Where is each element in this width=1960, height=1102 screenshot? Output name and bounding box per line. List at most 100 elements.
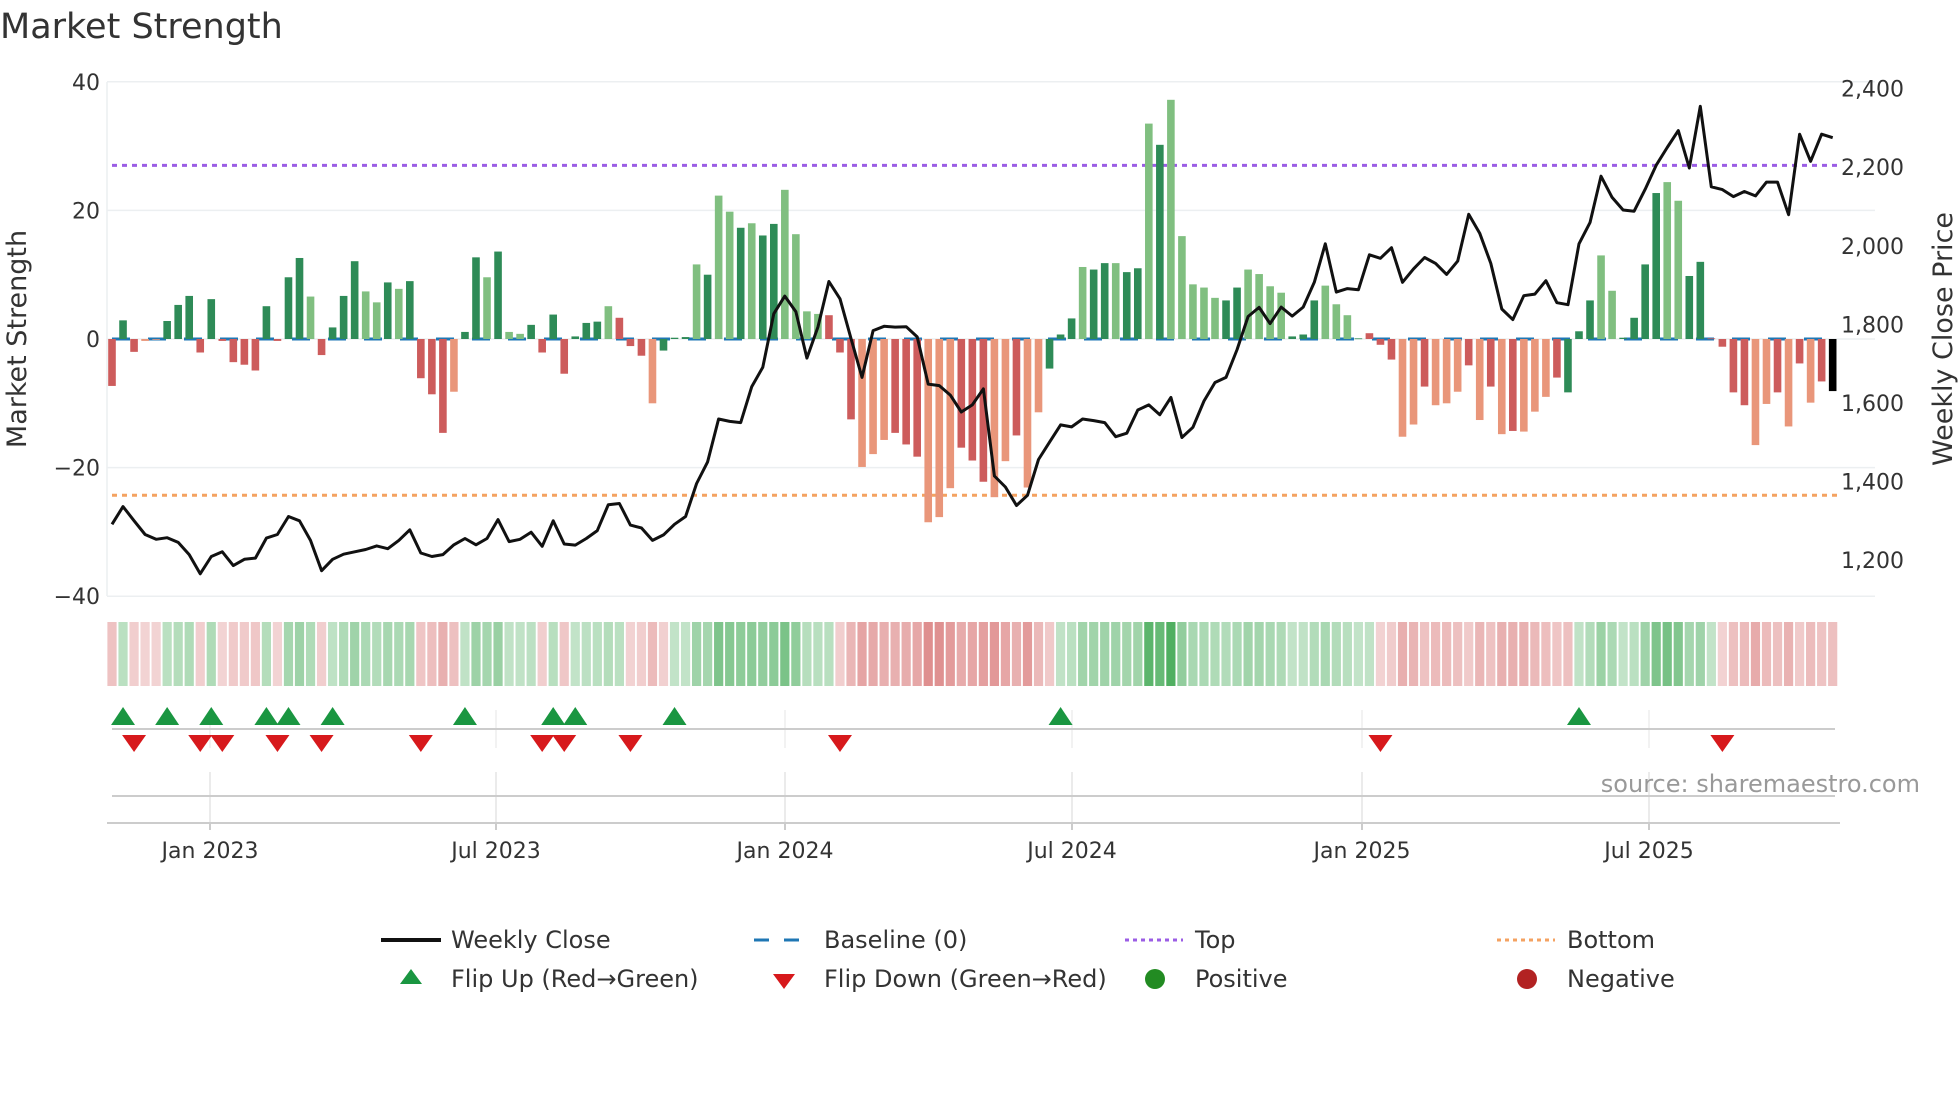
- strip-cell: [857, 622, 867, 686]
- strength-bar: [1156, 144, 1164, 339]
- strip-cell: [107, 622, 117, 686]
- strength-bar: [1343, 315, 1352, 339]
- strength-bar: [1475, 339, 1484, 421]
- strength-bar: [1442, 339, 1451, 404]
- strip-cell: [1000, 622, 1011, 686]
- strip-cell: [1298, 622, 1308, 686]
- strip-cell: [691, 622, 702, 686]
- flip-up-marker: [320, 707, 345, 725]
- strength-bar: [229, 339, 238, 363]
- strip-cell: [140, 622, 150, 686]
- strength-bar: [836, 339, 844, 353]
- strip-cell: [1772, 622, 1783, 686]
- legend-label: Negative: [1567, 965, 1675, 993]
- strip-cell: [1232, 622, 1242, 686]
- strip-cell: [449, 622, 459, 686]
- strength-bar: [714, 195, 723, 339]
- strength-bar: [1740, 339, 1749, 406]
- strip-cell: [328, 622, 338, 686]
- strip-cell: [945, 622, 955, 686]
- strength-bar: [1464, 339, 1473, 366]
- strip-cell: [493, 622, 503, 686]
- strength-bar: [582, 322, 591, 339]
- strip-cell: [1100, 622, 1110, 686]
- strip-cell: [813, 622, 823, 686]
- strip-cell: [912, 622, 922, 686]
- strip-cell: [526, 622, 536, 686]
- strength-bar: [1222, 300, 1230, 339]
- strip-cell: [305, 622, 316, 686]
- strength-bar: [505, 331, 513, 339]
- strip-cell: [1287, 622, 1297, 686]
- strength-bar: [439, 339, 447, 433]
- strength-bar: [218, 339, 227, 341]
- strip-cell: [1353, 622, 1363, 686]
- strength-bar: [406, 281, 414, 339]
- strip-cell: [1431, 622, 1441, 686]
- strength-bar: [1321, 285, 1330, 339]
- strip-cell: [603, 622, 613, 686]
- flip-up-marker: [199, 707, 224, 725]
- strip-cell: [1111, 622, 1121, 686]
- strip-cell: [515, 622, 525, 686]
- strength-bar: [108, 339, 116, 386]
- strength-bar: [659, 339, 668, 351]
- left-tick-label: 20: [72, 199, 100, 224]
- strip-cell: [1519, 622, 1529, 686]
- negative-legend-icon: [1517, 969, 1537, 989]
- flip-up-marker: [254, 707, 279, 725]
- strip-cell: [1397, 622, 1408, 686]
- strength-bar: [626, 339, 635, 347]
- strip-cell: [1089, 622, 1099, 686]
- strip-cell: [1067, 622, 1077, 686]
- strength-bar: [1001, 339, 1010, 462]
- strip-cell: [747, 622, 757, 686]
- strip-cell: [1453, 622, 1463, 686]
- strip-cell: [1199, 622, 1209, 686]
- strength-bar: [1122, 272, 1131, 339]
- strip-cell: [1044, 622, 1055, 686]
- strip-cell: [614, 622, 624, 686]
- strength-bar: [1784, 339, 1793, 427]
- strip-cell: [1419, 622, 1430, 686]
- strength-bar: [825, 315, 833, 339]
- strength-bar: [1773, 339, 1782, 393]
- strength-bar: [1685, 275, 1694, 339]
- left-tick-label: 40: [72, 71, 100, 96]
- strip-cell: [680, 622, 691, 686]
- strip-cell: [1188, 622, 1198, 686]
- strength-bar: [1277, 292, 1285, 339]
- strength-bar: [152, 339, 160, 340]
- legend-label: Baseline (0): [824, 926, 967, 954]
- strip-cell: [1806, 622, 1816, 686]
- strength-bar: [946, 339, 955, 489]
- strip-cell: [956, 622, 966, 686]
- right-tick-label: 2,200: [1841, 156, 1904, 181]
- strip-cell: [1607, 622, 1617, 686]
- strength-bar: [1200, 287, 1208, 339]
- strip-cell: [901, 622, 911, 686]
- strength-bar: [1795, 339, 1804, 364]
- strength-bar: [869, 339, 877, 455]
- strength-bar: [119, 320, 127, 339]
- strength-bar: [516, 333, 524, 339]
- market-strength-chart: Market Strength 40200−20−40 2,4002,2002,…: [0, 7, 1959, 993]
- strength-bar: [317, 339, 326, 356]
- strip-cell: [372, 622, 382, 686]
- strength-bar: [273, 339, 282, 341]
- strip-cell: [625, 622, 636, 686]
- strip-cell: [570, 622, 580, 686]
- strength-bar: [1067, 318, 1076, 339]
- strip-cell: [361, 622, 371, 686]
- strength-bar: [902, 339, 910, 445]
- strip-cell: [272, 622, 283, 686]
- strip-cell: [129, 622, 139, 686]
- strength-bar: [1310, 300, 1319, 339]
- legend-label: Flip Down (Green→Red): [824, 965, 1107, 993]
- strength-bar: [1630, 317, 1638, 339]
- strip-cell: [978, 622, 988, 686]
- x-tick-label: Jul 2025: [1602, 839, 1694, 864]
- strength-bar: [1266, 286, 1274, 339]
- strength-bar: [1806, 339, 1815, 403]
- flip-up-legend-icon: [400, 969, 422, 984]
